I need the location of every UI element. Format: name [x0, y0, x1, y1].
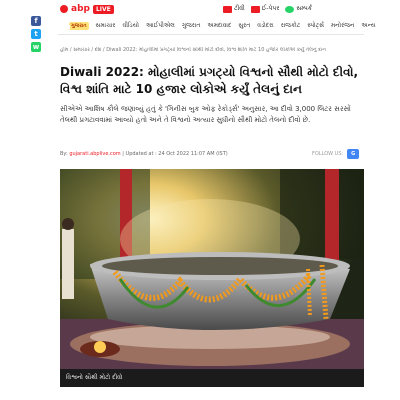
follow-us-label: FOLLOW US: — [312, 151, 344, 157]
tv-link-label: ટીવી — [234, 5, 245, 12]
article-headline: Diwali 2022: મોહાલીમાં પ્રગટ્યો વિશ્વનો … — [60, 65, 359, 96]
byline-label: By: — [60, 151, 70, 157]
epaper-link[interactable]: ઈ-પેપર — [250, 5, 280, 13]
breadcrumb[interactable]: હોમ / સમાચાર / દેશ / Diwali 2022: મોહાલી… — [60, 47, 360, 53]
nav-item-video[interactable]: વીડિયો — [122, 22, 139, 30]
image-caption: વિશ્વનો સૌથી મોટો દીવો — [60, 369, 364, 387]
contact-link[interactable]: સમ્પર્ક — [285, 5, 312, 13]
abp-logo[interactable]: abp LIVE — [60, 4, 114, 14]
nav-item-ipl[interactable]: આઈપીએલ — [146, 22, 175, 30]
tv-icon — [223, 5, 233, 13]
article-page: abp LIVE ટીવી ઈ-પેપર સમ્પર્ક ગુજરાત સમાચ… — [0, 0, 400, 400]
contact-link-label: સમ્પર્ક — [296, 5, 312, 12]
updated-timestamp: | Updated at : 24 Oct 2022 11:07 AM (IST… — [120, 151, 228, 157]
tv-link[interactable]: ટીવી — [223, 5, 245, 13]
nav-item-surat[interactable]: સુરત — [238, 22, 250, 30]
nav-item-more[interactable]: અન્ય — [361, 22, 375, 30]
abp-logo-text: abp — [71, 4, 90, 14]
article-summary: સીએએ આશિષ કૌલે જણાવ્યું હતું કે 'ગિનીસ બ… — [60, 105, 351, 124]
nav-item-vadodara[interactable]: વડોદરા — [257, 22, 273, 30]
follow-us: FOLLOW US: G — [312, 149, 360, 159]
article-hero-image — [60, 169, 364, 369]
main-nav: ગુજરાત સમાચાર વીડિયો આઈપીએલ ગુજરાત અમદાવ… — [58, 18, 376, 35]
top-bar: abp LIVE ટીવી ઈ-પેપર સમ્પર્ક — [0, 0, 400, 18]
gujarat-brand-chip[interactable]: ગુજરાત — [69, 22, 89, 30]
nav-item-ahmedabad[interactable]: અમદાવાદ — [207, 22, 231, 30]
facebook-icon[interactable]: f — [31, 16, 41, 26]
abp-logo-mark — [60, 5, 68, 13]
twitter-icon[interactable]: t — [31, 29, 41, 39]
epaper-icon — [250, 5, 260, 13]
epaper-link-label: ઈ-પેપર — [261, 5, 280, 12]
social-share-rail: f t w — [31, 16, 41, 52]
top-links: ટીવી ઈ-પેપર સમ્પર્ક — [223, 5, 312, 13]
nav-item-sports[interactable]: સ્પોર્ટ્સ — [307, 22, 324, 30]
whatsapp-icon[interactable]: w — [31, 42, 41, 52]
byline-source-link[interactable]: gujarati.abplive.com — [69, 151, 120, 157]
live-badge[interactable]: LIVE — [92, 4, 114, 14]
nav-item-news[interactable]: સમાચાર — [96, 22, 116, 30]
article-byline: By: gujarati.abplive.com | Updated at : … — [60, 151, 228, 157]
nav-item-rajkot[interactable]: રાજકોટ — [281, 22, 300, 30]
contact-icon — [285, 5, 295, 13]
nav-item-gujarat[interactable]: ગુજરાત — [182, 22, 201, 30]
nav-item-entertainment[interactable]: મનોરંજન — [331, 22, 354, 30]
google-news-icon[interactable]: G — [347, 149, 360, 159]
giant-diya-illustration — [60, 169, 364, 369]
